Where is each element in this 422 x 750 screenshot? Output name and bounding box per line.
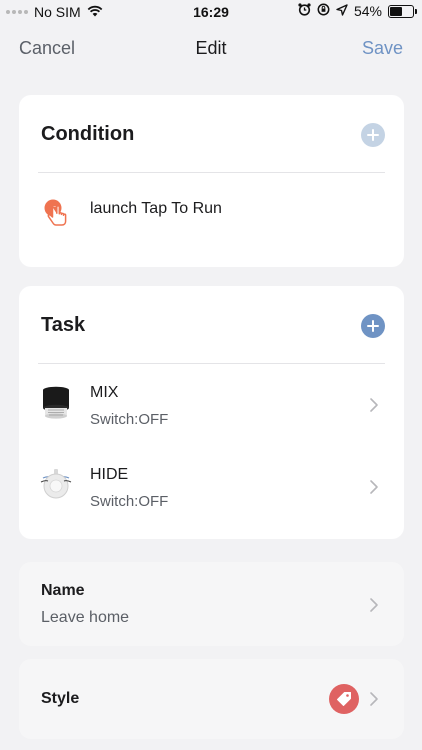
- task-item-name: HIDE: [90, 466, 129, 483]
- alarm-icon: [298, 3, 311, 19]
- chevron-right-icon: [370, 692, 378, 706]
- task-item-status: Switch:OFF: [90, 411, 169, 428]
- plus-icon: [367, 320, 379, 332]
- task-item-mix[interactable]: MIX Switch:OFF: [19, 364, 404, 446]
- name-label: Name: [41, 582, 85, 599]
- condition-item[interactable]: launch Tap To Run: [19, 173, 404, 253]
- chevron-right-icon: [370, 398, 378, 412]
- task-item-name: MIX: [90, 384, 119, 401]
- condition-title: Condition: [41, 123, 135, 145]
- name-row[interactable]: Name Leave home: [19, 562, 404, 646]
- status-right: 54%: [298, 3, 417, 19]
- add-task-button[interactable]: [361, 314, 385, 338]
- style-label: Style: [41, 690, 80, 707]
- style-row[interactable]: Style: [19, 659, 404, 739]
- lock-rotation-icon: [317, 3, 330, 19]
- location-arrow-icon: [336, 3, 348, 19]
- battery-level-fill: [390, 6, 402, 16]
- task-item-hide[interactable]: HIDE Switch:OFF: [19, 446, 404, 528]
- task-item-status: Switch:OFF: [90, 493, 169, 510]
- battery-icon: [388, 4, 417, 18]
- name-value: Leave home: [41, 609, 130, 626]
- speaker-device-icon: [41, 386, 71, 425]
- chevron-right-icon: [370, 598, 378, 612]
- page-title: Edit: [195, 38, 227, 58]
- battery-percent: 54%: [353, 3, 382, 19]
- chevron-right-icon: [370, 480, 378, 494]
- plus-icon: [367, 129, 379, 141]
- tag-icon: [329, 684, 359, 714]
- task-title: Task: [41, 314, 86, 336]
- knob-switch-icon: [39, 468, 73, 509]
- condition-card: Condition launch Tap To Run: [19, 95, 404, 267]
- task-card: Task MIX Switch:OFF HIDE Switch:OFF: [19, 286, 404, 539]
- nav-bar: Cancel Edit Save: [0, 36, 422, 62]
- condition-label: launch Tap To Run: [90, 200, 222, 217]
- save-button[interactable]: Save: [362, 38, 403, 59]
- status-bar: No SIM 16:29 54%: [0, 0, 422, 24]
- tap-hand-icon: [44, 199, 70, 232]
- add-condition-button[interactable]: [361, 123, 385, 147]
